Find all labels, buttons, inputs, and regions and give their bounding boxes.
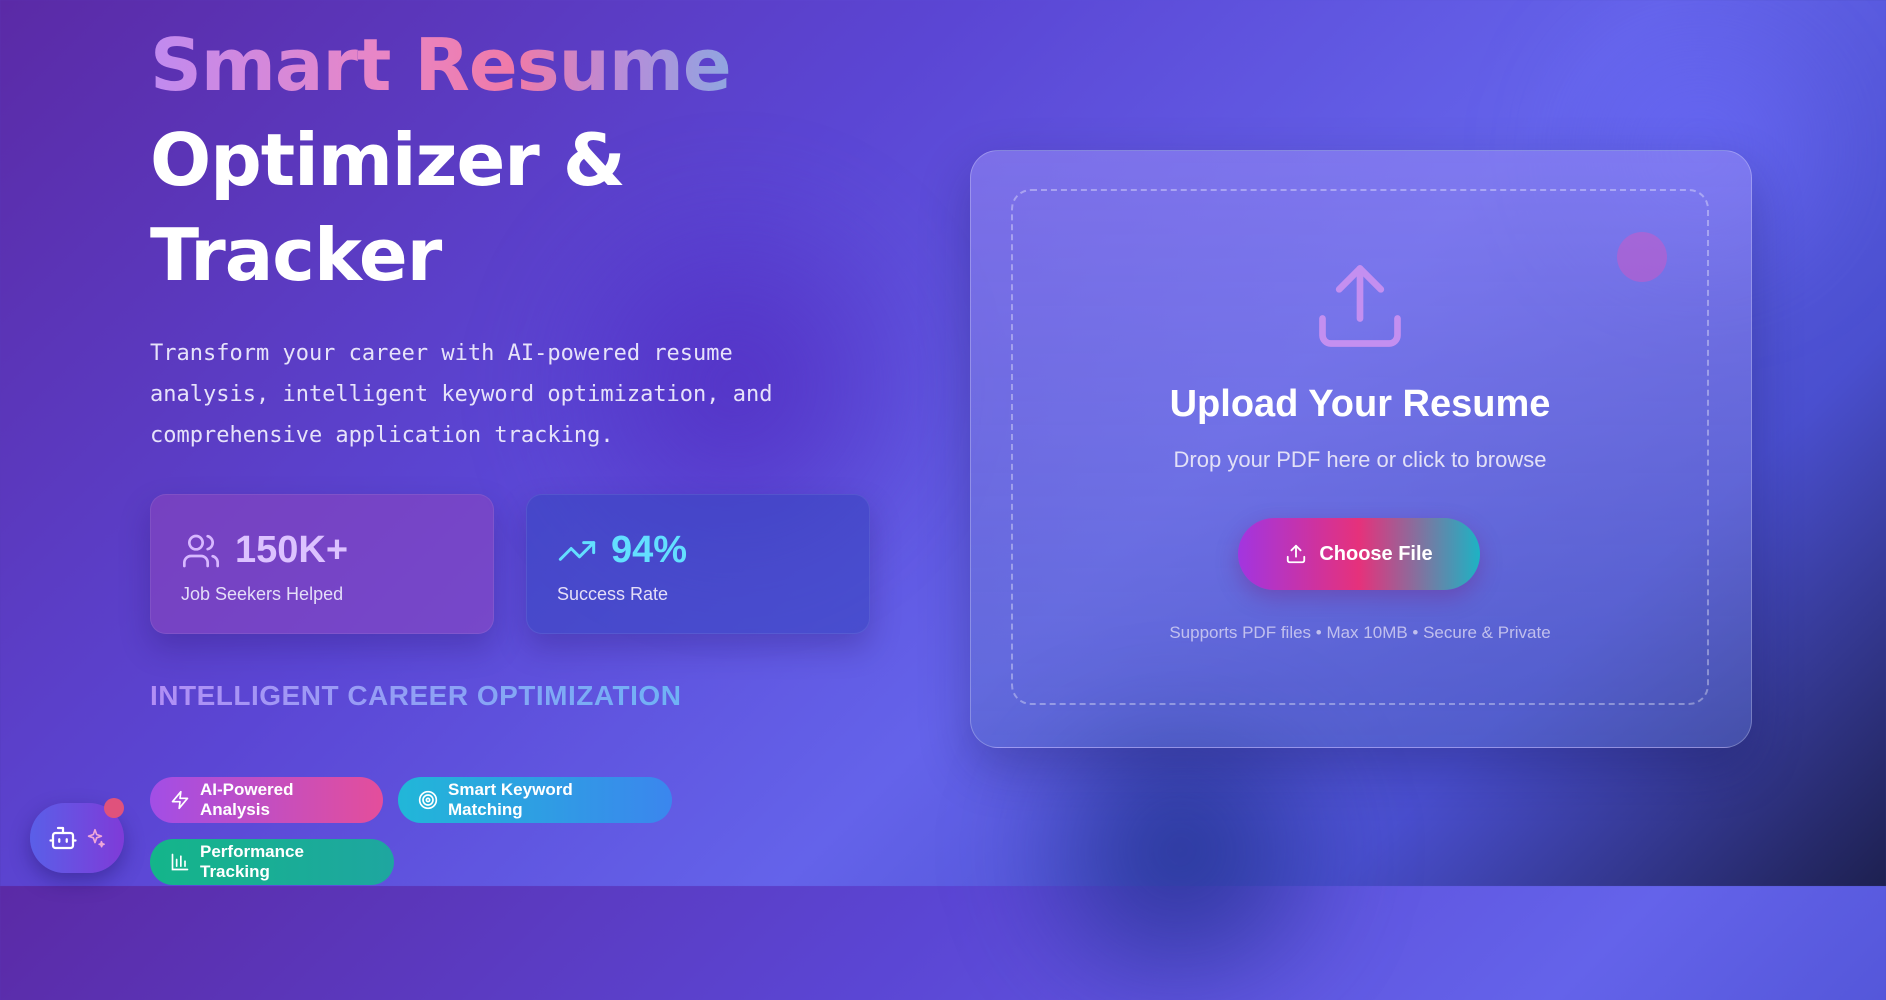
upload-subtitle: Drop your PDF here or click to browse xyxy=(1173,447,1547,472)
target-icon xyxy=(418,790,438,810)
feature-chip-ai-analysis[interactable]: AI-Powered Analysis xyxy=(150,777,383,823)
upload-title: Upload Your Resume xyxy=(1169,383,1551,425)
users-icon xyxy=(181,531,221,571)
trending-up-icon xyxy=(557,531,597,571)
stat-card-job-seekers: 150K+ Job Seekers Helped xyxy=(150,494,494,634)
upload-small-icon xyxy=(1285,543,1307,565)
stat-label: Job Seekers Helped xyxy=(181,584,344,604)
title-line-2: Optimizer & xyxy=(150,118,626,202)
feature-chip-label: Performance Tracking xyxy=(200,842,304,881)
title-line-1: Smart Resume xyxy=(150,18,910,113)
hero-description: Transform your career with AI-powered re… xyxy=(150,341,773,448)
decorative-circle xyxy=(1617,232,1667,282)
stat-card-success-rate: 94% Success Rate xyxy=(526,494,870,634)
section-heading: INTELLIGENT CAREER OPTIMIZATION xyxy=(150,680,682,711)
bar-chart-icon xyxy=(170,852,190,872)
feature-chip-label: Smart Keyword Matching xyxy=(448,780,573,819)
stat-value: 150K+ xyxy=(235,529,349,571)
upload-icon xyxy=(1310,256,1410,356)
title-line-3: Tracker xyxy=(150,213,442,297)
notification-dot xyxy=(104,798,124,818)
upload-footnote: Supports PDF files • Max 10MB • Secure &… xyxy=(1169,623,1551,642)
feature-chip-label: AI-Powered Analysis xyxy=(200,780,294,819)
hero-title: Smart Resume Optimizer & Tracker xyxy=(150,18,910,303)
zap-icon xyxy=(170,790,190,810)
feature-chip-performance-tracking[interactable]: Performance Tracking xyxy=(150,839,394,885)
feature-chip-keyword-matching[interactable]: Smart Keyword Matching xyxy=(398,777,672,823)
sparkles-icon xyxy=(84,827,106,849)
choose-file-label: Choose File xyxy=(1319,542,1433,565)
stat-label: Success Rate xyxy=(557,584,669,604)
bot-icon xyxy=(48,823,78,853)
stat-value: 94% xyxy=(611,529,688,571)
choose-file-button[interactable]: Choose File xyxy=(1238,518,1480,590)
